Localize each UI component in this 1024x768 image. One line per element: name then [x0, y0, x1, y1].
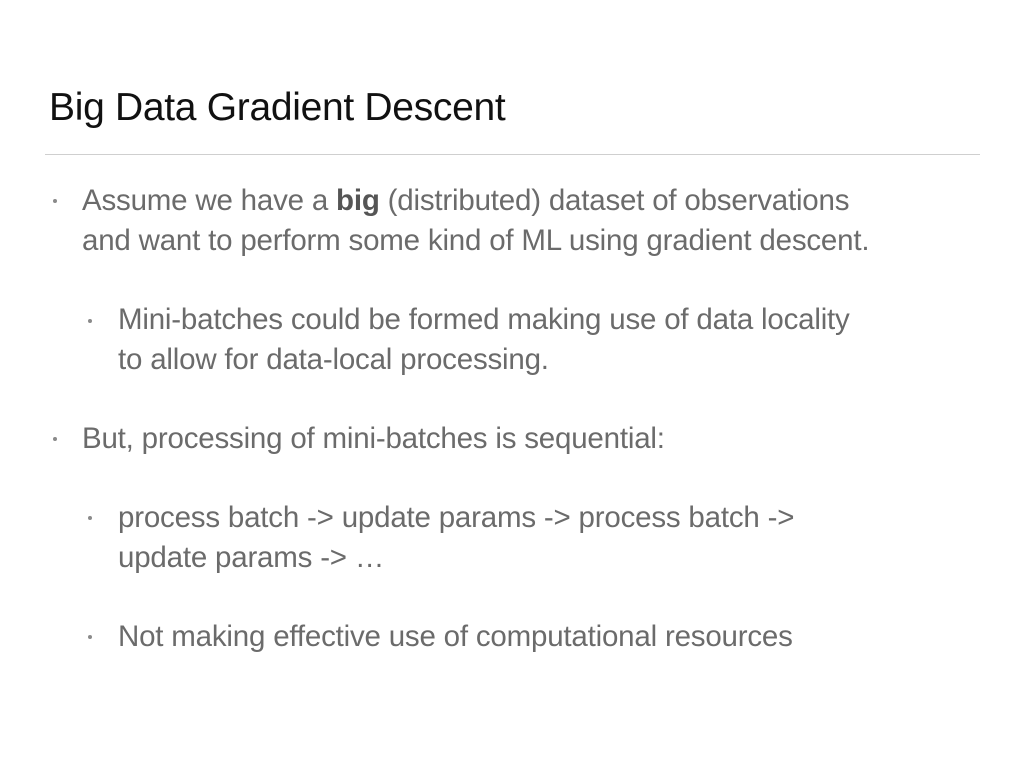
sub-bullet-mini-batches-line1: Mini-batches could be formed making use … — [118, 303, 850, 336]
sub-bullet-dot-icon — [88, 319, 92, 323]
slide-title: Big Data Gradient Descent — [49, 86, 506, 129]
sub-bullet-mini-batches: Mini-batches could be formed making use … — [118, 300, 850, 380]
sub-bullet-dot-icon — [88, 516, 92, 520]
bullet-sequential: But, processing of mini-batches is seque… — [82, 419, 665, 459]
sub-bullet-mini-batches-line2: to allow for data-local processing. — [118, 343, 549, 376]
bullet-dot-icon — [53, 199, 57, 203]
bullet-assume-line1: Assume we have a big (distributed) datas… — [82, 184, 850, 217]
sub-bullet-not-effective-line1: Not making effective use of computationa… — [118, 620, 793, 653]
bullet-assume-line2: and want to perform some kind of ML usin… — [82, 224, 870, 257]
sub-bullet-dot-icon — [88, 635, 92, 639]
bullet-assume: Assume we have a big (distributed) datas… — [82, 181, 870, 261]
sub-bullet-process-batch-line2: update params -> … — [118, 541, 385, 574]
bold-big: big — [336, 184, 380, 217]
slide: Big Data Gradient Descent Assume we have… — [0, 0, 1024, 768]
bullet-sequential-line1: But, processing of mini-batches is seque… — [82, 422, 665, 455]
bullet-dot-icon — [53, 437, 57, 441]
sub-bullet-process-batch-line1: process batch -> update params -> proces… — [118, 501, 795, 534]
sub-bullet-not-effective: Not making effective use of computationa… — [118, 617, 793, 657]
title-divider — [45, 154, 980, 155]
sub-bullet-process-batch: process batch -> update params -> proces… — [118, 498, 794, 578]
